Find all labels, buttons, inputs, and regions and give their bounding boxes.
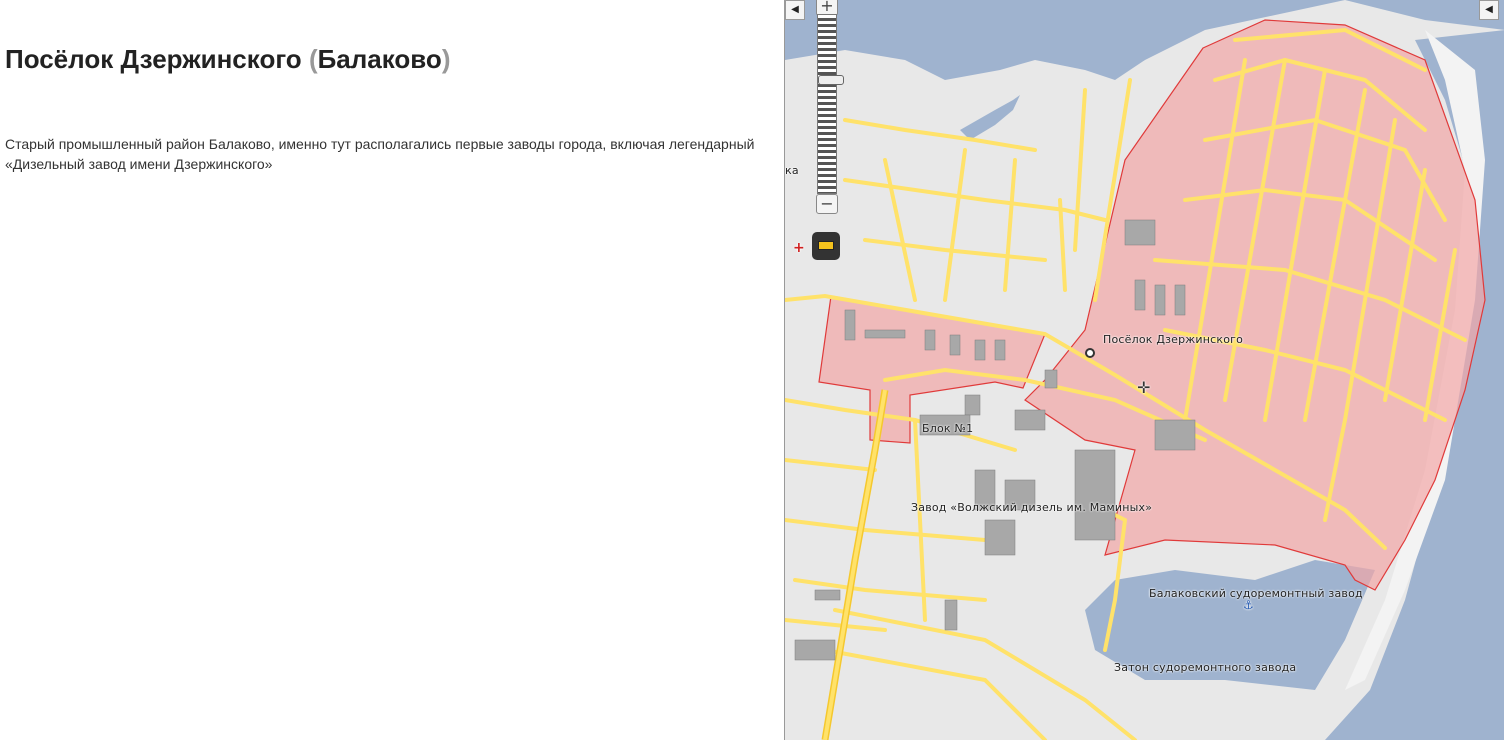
title-paren-close: ) [441,44,451,74]
title-main: Посёлок Дзержинского [5,44,302,74]
anchor-icon: ⚓ [1243,598,1254,612]
label-block1: Блок №1 [922,422,974,435]
main-road-inner [823,389,887,740]
red-cross-icon: + [793,240,805,256]
collapse-left-button[interactable]: ◀ [785,0,805,20]
crosshair-icon: ✛ [1137,378,1151,397]
collapse-right-button[interactable]: ◀ [1479,0,1499,20]
title-paren-open: ( [308,44,318,74]
title-city: Балаково [317,44,442,74]
page-title: Посёлок Дзержинского (Балаково) [5,44,450,75]
label-plant: Завод «Волжский дизель им. Маминых» [911,501,1153,514]
map-view[interactable]: Посёлок Дзержинского Блок №1 Завод «Волж… [784,0,1504,740]
label-backwater: Затон судоремонтного завода [1114,661,1297,674]
label-edge: ка [785,164,799,177]
zoom-slider-thumb[interactable] [818,75,844,85]
zoom-control[interactable]: + − [813,0,844,220]
label-shipyard: Балаковский судоремонтный завод [1149,587,1363,600]
map-canvas[interactable] [785,0,1504,740]
article-content: Посёлок Дзержинского (Балаково) Старый п… [0,0,780,740]
water-bay-top [960,95,1020,140]
ruler-icon [818,241,834,250]
ruler-button[interactable] [812,232,840,260]
label-district: Посёлок Дзержинского [1103,333,1244,346]
zoom-out-button[interactable]: − [816,194,838,214]
page-description: Старый промышленный район Балаково, имен… [5,136,755,172]
zoom-slider-track[interactable] [817,14,844,194]
